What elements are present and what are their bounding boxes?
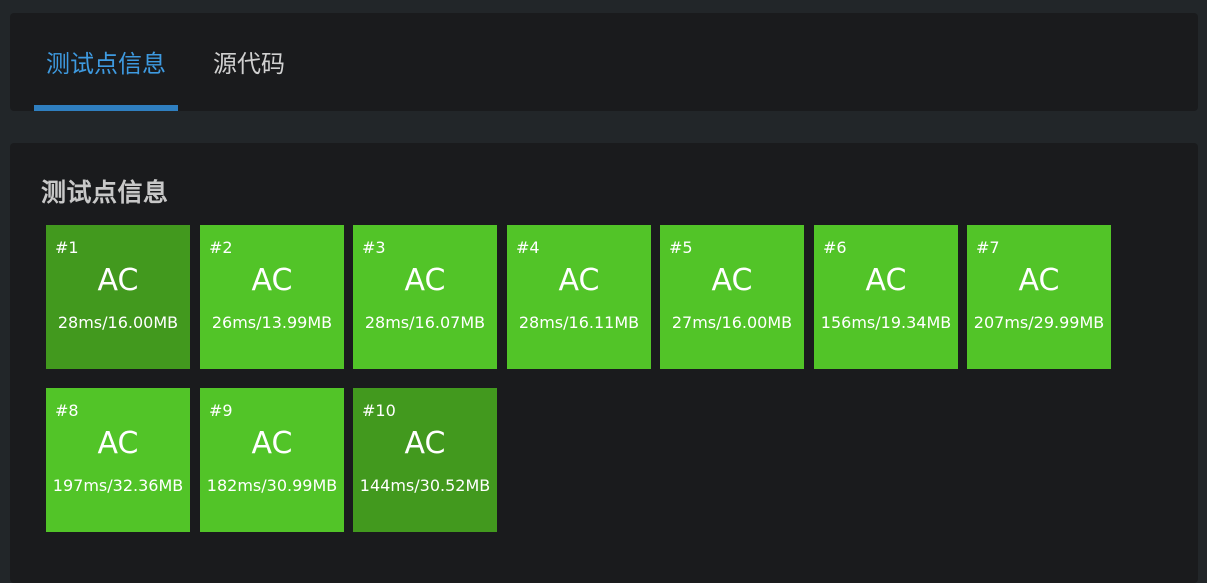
test-case-time-memory: 28ms/16.07MB [364, 313, 486, 332]
test-case-status: AC [1018, 263, 1060, 298]
test-case-number: #5 [669, 238, 693, 257]
test-case-status: AC [97, 426, 139, 461]
test-case-status: AC [558, 263, 600, 298]
test-case-time-memory: 28ms/16.00MB [57, 313, 179, 332]
test-case-time-memory: 28ms/16.11MB [518, 313, 640, 332]
test-case-number: #10 [362, 401, 396, 420]
test-case-time-memory: 207ms/29.99MB [973, 313, 1105, 332]
test-case-number: #8 [55, 401, 79, 420]
tab-source-code[interactable]: 源代码 [208, 13, 290, 111]
test-case-tile[interactable]: #7 AC 207ms/29.99MB [967, 225, 1111, 369]
test-case-status: AC [97, 263, 139, 298]
test-case-tile[interactable]: #1 AC 28ms/16.00MB [46, 225, 190, 369]
test-case-tile[interactable]: #6 AC 156ms/19.34MB [814, 225, 958, 369]
test-case-tile[interactable]: #9 AC 182ms/30.99MB [200, 388, 344, 532]
test-case-tile[interactable]: #8 AC 197ms/32.36MB [46, 388, 190, 532]
section-title: 测试点信息 [41, 178, 169, 207]
test-case-number: #7 [976, 238, 1000, 257]
test-case-status: AC [711, 263, 753, 298]
tab-test-point-info[interactable]: 测试点信息 [34, 13, 178, 111]
test-case-tile[interactable]: #2 AC 26ms/13.99MB [200, 225, 344, 369]
test-case-time-memory: 26ms/13.99MB [211, 313, 333, 332]
test-case-number: #6 [823, 238, 847, 257]
test-case-time-memory: 144ms/30.52MB [359, 476, 491, 495]
test-case-number: #2 [209, 238, 233, 257]
test-case-tile[interactable]: #4 AC 28ms/16.11MB [507, 225, 651, 369]
test-case-status: AC [404, 263, 446, 298]
test-case-time-memory: 182ms/30.99MB [206, 476, 338, 495]
test-case-tile[interactable]: #10 AC 144ms/30.52MB [353, 388, 497, 532]
active-tab-indicator [34, 105, 178, 111]
test-case-tile[interactable]: #3 AC 28ms/16.07MB [353, 225, 497, 369]
test-case-status: AC [251, 263, 293, 298]
test-case-number: #9 [209, 401, 233, 420]
test-case-time-memory: 156ms/19.34MB [820, 313, 952, 332]
test-case-tile[interactable]: #5 AC 27ms/16.00MB [660, 225, 804, 369]
test-case-number: #4 [516, 238, 540, 257]
test-case-status: AC [404, 426, 446, 461]
tab-bar: 测试点信息 源代码 [10, 13, 1198, 111]
test-case-status: AC [251, 426, 293, 461]
test-case-number: #3 [362, 238, 386, 257]
test-point-panel: 测试点信息 #1 AC 28ms/16.00MB #2 AC 26ms/13.9… [10, 143, 1198, 583]
test-case-time-memory: 197ms/32.36MB [52, 476, 184, 495]
test-case-number: #1 [55, 238, 79, 257]
test-case-status: AC [865, 263, 907, 298]
test-case-time-memory: 27ms/16.00MB [671, 313, 793, 332]
